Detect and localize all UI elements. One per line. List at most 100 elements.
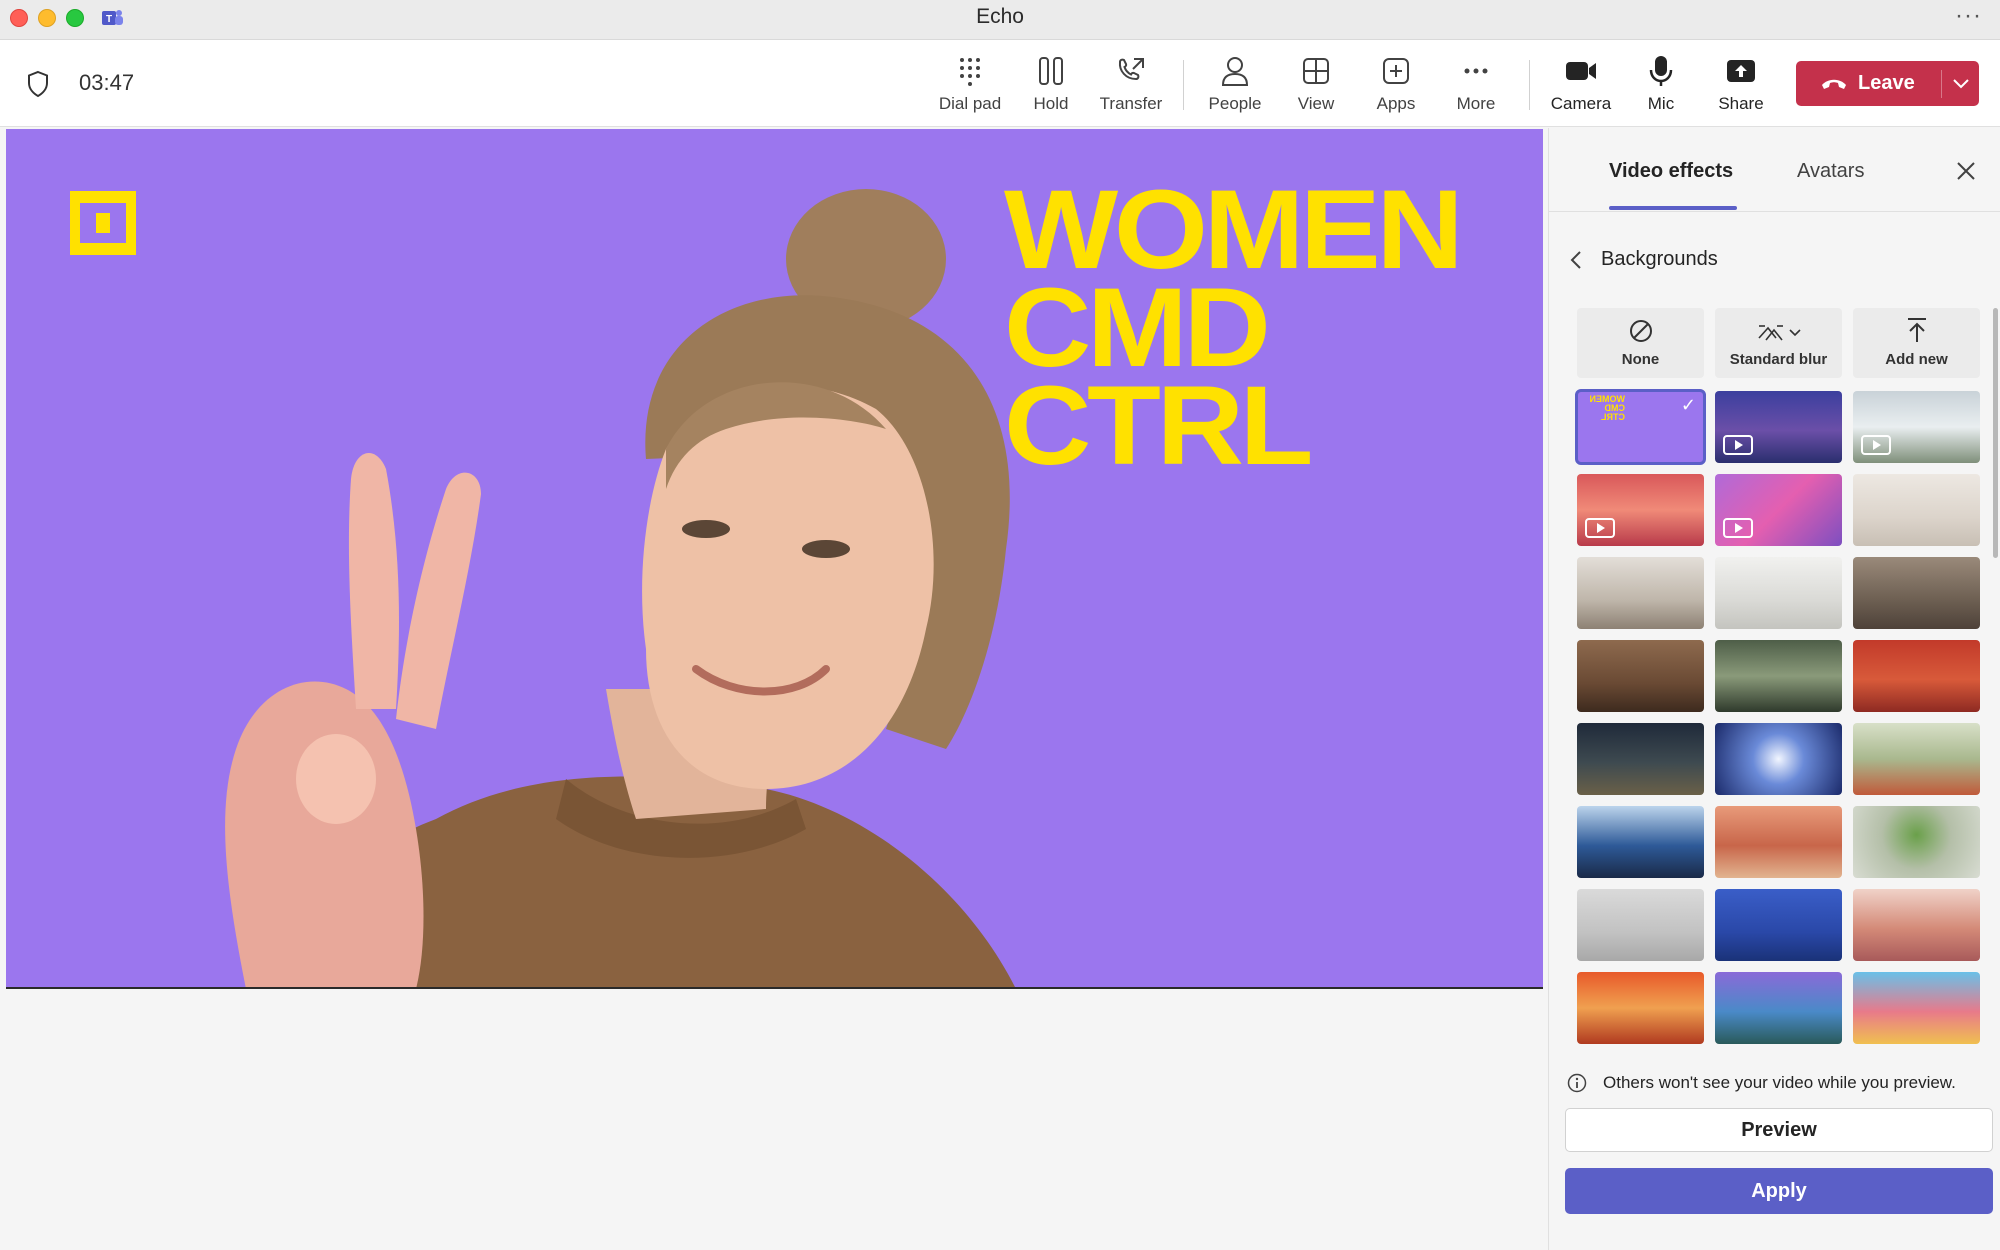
- microphone-icon: [1649, 56, 1673, 86]
- background-thumbnail[interactable]: [1853, 557, 1980, 629]
- blur-icon: [1757, 325, 1801, 341]
- pause-icon: [1039, 57, 1063, 85]
- backgrounds-heading: Backgrounds: [1601, 248, 1718, 270]
- dial-pad-button[interactable]: Dial pad: [930, 52, 1010, 120]
- participant-figure: [225, 189, 1015, 987]
- people-label: People: [1208, 94, 1262, 113]
- background-thumbnail[interactable]: [1715, 391, 1842, 463]
- mic-label: Mic: [1647, 94, 1675, 113]
- background-thumbnail[interactable]: [1853, 806, 1980, 878]
- standard-blur-option[interactable]: Standard blur: [1715, 308, 1842, 378]
- info-icon: [1567, 1073, 1587, 1093]
- background-thumbnail[interactable]: [1853, 972, 1980, 1044]
- back-to-effects-button[interactable]: Backgrounds: [1569, 248, 1718, 271]
- share-icon: [1727, 60, 1755, 82]
- apps-button[interactable]: Apps: [1356, 52, 1436, 120]
- thumbnail-text: WOMEN CMD CTRL: [1589, 394, 1626, 422]
- background-thumbnail[interactable]: [1577, 889, 1704, 961]
- ellipsis-icon: [1464, 68, 1488, 74]
- background-thumbnail[interactable]: [1577, 972, 1704, 1044]
- mic-button[interactable]: Mic: [1621, 52, 1701, 120]
- preview-button[interactable]: Preview: [1565, 1108, 1993, 1152]
- person-icon: [1221, 57, 1249, 86]
- background-thumbnail[interactable]: [1853, 889, 1980, 961]
- apply-button[interactable]: Apply: [1565, 1168, 1993, 1214]
- background-thumbnail[interactable]: [1715, 806, 1842, 878]
- transfer-label: Transfer: [1099, 94, 1163, 113]
- transfer-icon: [1118, 58, 1144, 81]
- video-background-icon: [1585, 518, 1615, 538]
- camera-icon: [1566, 62, 1596, 80]
- leave-label: Leave: [1858, 72, 1915, 94]
- active-tab-indicator: [1609, 206, 1737, 210]
- preview-info: Others won't see your video while you pr…: [1567, 1073, 1956, 1093]
- window-more-icon[interactable]: ···: [1955, 2, 1982, 30]
- upload-icon: [1907, 318, 1926, 342]
- chevron-left-icon: [1570, 250, 1581, 269]
- dialpad-icon: [960, 58, 980, 86]
- grid-icon: [1303, 58, 1329, 84]
- toolbar-divider: [1529, 60, 1530, 110]
- more-button[interactable]: More: [1436, 52, 1516, 120]
- background-thumbnail[interactable]: [1577, 723, 1704, 795]
- camera-label: Camera: [1550, 94, 1612, 113]
- background-thumbnail[interactable]: [1853, 640, 1980, 712]
- tab-video-effects[interactable]: Video effects: [1609, 160, 1733, 183]
- plus-square-icon: [1383, 58, 1409, 84]
- background-thumbnail[interactable]: [1853, 391, 1980, 463]
- leave-call-button[interactable]: Leave: [1796, 61, 1941, 106]
- background-thumbnail[interactable]: [1853, 723, 1980, 795]
- video-effects-panel: Video effects Avatars Backgrounds None S…: [1548, 128, 2000, 1250]
- background-thumbnail[interactable]: [1715, 474, 1842, 546]
- phone-hangup-icon: [1822, 79, 1846, 89]
- background-thumbnail[interactable]: [1715, 640, 1842, 712]
- share-label: Share: [1718, 94, 1764, 113]
- none-label: None: [1621, 351, 1660, 368]
- tab-avatars[interactable]: Avatars: [1797, 160, 1864, 183]
- preview-info-text: Others won't see your video while you pr…: [1603, 1073, 1956, 1092]
- toolbar-divider: [1183, 60, 1184, 110]
- add-new-label: Add new: [1885, 351, 1948, 368]
- background-thumbnail[interactable]: [1577, 474, 1704, 546]
- hold-button[interactable]: Hold: [1011, 52, 1091, 120]
- shield-icon[interactable]: [26, 70, 50, 98]
- video-background-icon: [1723, 435, 1753, 455]
- leave-button[interactable]: Leave: [1796, 61, 1979, 106]
- panel-scrollbar[interactable]: [1993, 308, 1998, 558]
- people-button[interactable]: People: [1195, 52, 1275, 120]
- video-background-icon: [1723, 518, 1753, 538]
- close-icon[interactable]: [1953, 158, 1979, 184]
- leave-options-button[interactable]: [1942, 61, 1979, 106]
- share-button[interactable]: Share: [1701, 52, 1781, 120]
- chevron-down-icon: [1952, 78, 1969, 88]
- background-thumbnail[interactable]: [1853, 474, 1980, 546]
- none-icon: [1629, 320, 1652, 342]
- panel-tabs: Video effects Avatars: [1549, 128, 2000, 212]
- background-thumbnail[interactable]: [1577, 806, 1704, 878]
- background-thumbnail[interactable]: [1577, 557, 1704, 629]
- transfer-button[interactable]: Transfer: [1091, 52, 1171, 120]
- self-video: WOMEN CMD CTRL: [6, 129, 1543, 989]
- background-thumbnail[interactable]: [1715, 723, 1842, 795]
- view-button[interactable]: View: [1276, 52, 1356, 120]
- background-thumbnail[interactable]: [1715, 557, 1842, 629]
- background-thumbnail-selected[interactable]: WOMEN CMD CTRL ✓: [1575, 389, 1706, 465]
- window-title: Echo: [976, 5, 1024, 28]
- background-thumbnail[interactable]: [1715, 972, 1842, 1044]
- checkmark-icon: ✓: [1680, 395, 1696, 415]
- standard-blur-label: Standard blur: [1729, 351, 1828, 368]
- view-label: View: [1297, 94, 1335, 113]
- call-timer: 03:47: [79, 70, 135, 95]
- apps-label: Apps: [1376, 94, 1416, 113]
- hold-label: Hold: [1033, 94, 1069, 113]
- camera-button[interactable]: Camera: [1541, 52, 1621, 120]
- add-new-background-option[interactable]: Add new: [1853, 308, 1980, 378]
- background-none-option[interactable]: None: [1577, 308, 1704, 378]
- call-toolbar: 03:47 Dial pad Hold Transfer People View…: [0, 40, 2000, 127]
- title-bar: T Echo ···: [0, 0, 2000, 40]
- dial-pad-label: Dial pad: [938, 94, 1002, 113]
- more-label: More: [1456, 94, 1496, 113]
- background-thumbnail[interactable]: [1715, 889, 1842, 961]
- video-background-icon: [1861, 435, 1891, 455]
- background-thumbnail[interactable]: [1577, 640, 1704, 712]
